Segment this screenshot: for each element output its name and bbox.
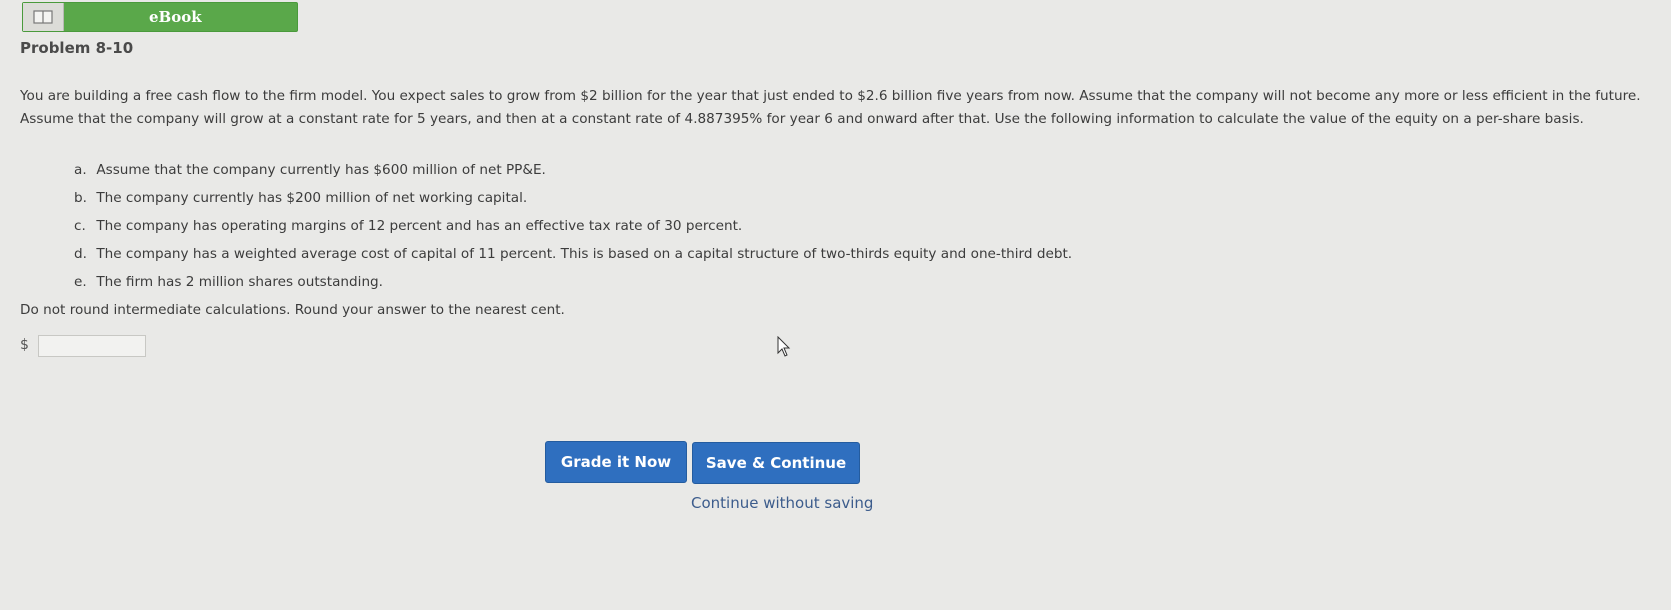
ebook-label[interactable]: eBook (149, 8, 202, 26)
item-letter: c. (74, 218, 86, 234)
list-item: a. Assume that the company currently has… (74, 160, 1072, 188)
item-text: The firm has 2 million shares outstandin… (96, 274, 384, 290)
item-letter: d. (74, 246, 87, 262)
problem-intro: You are building a free cash flow to the… (20, 88, 1641, 127)
item-letter: e. (74, 274, 87, 290)
item-letter: b. (74, 190, 87, 206)
item-text: The company has operating margins of 12 … (96, 218, 743, 234)
item-text: Assume that the company currently has $6… (96, 162, 546, 178)
problem-title: Problem 8-10 (20, 39, 134, 57)
list-item: c. The company has operating margins of … (74, 216, 1072, 244)
item-letter: a. (74, 162, 87, 178)
grade-it-now-button[interactable]: Grade it Now (545, 441, 687, 483)
answer-input[interactable] (38, 335, 146, 357)
book-icon[interactable] (23, 3, 64, 31)
list-item: b. The company currently has $200 millio… (74, 188, 1072, 216)
mouse-cursor-icon (777, 335, 791, 362)
save-and-continue-button[interactable]: Save & Continue (692, 442, 860, 484)
currency-symbol: $ (20, 337, 29, 353)
item-text: The company has a weighted average cost … (96, 246, 1073, 262)
problem-items: a. Assume that the company currently has… (74, 160, 1072, 300)
rounding-instruction: Do not round intermediate calculations. … (20, 302, 565, 318)
continue-without-saving-link[interactable]: Continue without saving (691, 494, 873, 512)
list-item: e. The firm has 2 million shares outstan… (74, 272, 1072, 300)
ebook-bar[interactable]: eBook (22, 2, 298, 32)
item-text: The company currently has $200 million o… (96, 190, 528, 206)
list-item: d. The company has a weighted average co… (74, 244, 1072, 272)
